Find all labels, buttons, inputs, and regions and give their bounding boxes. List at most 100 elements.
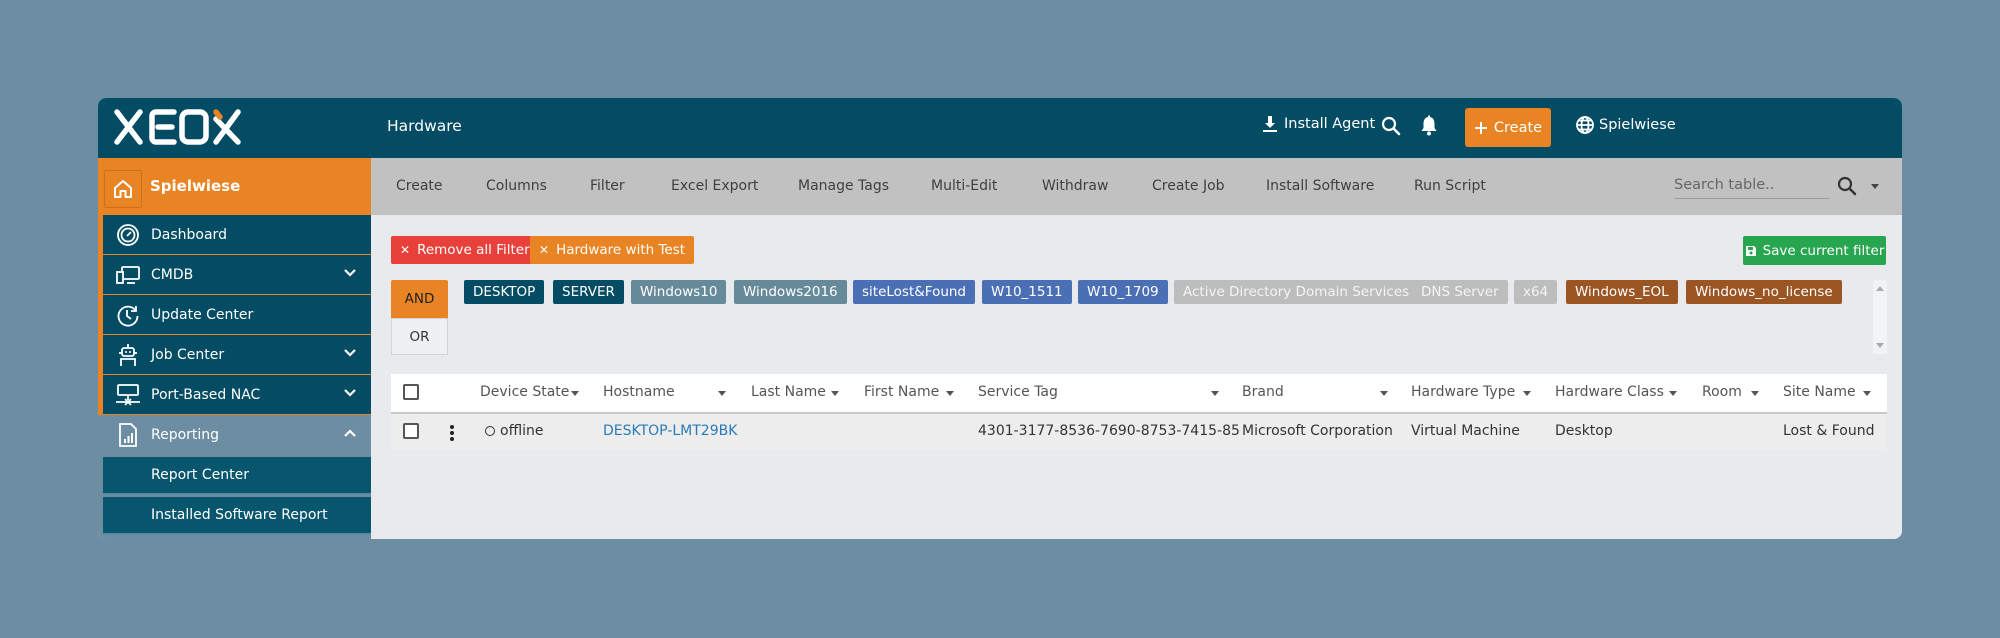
tag-chip[interactable]: Windows10 <box>631 280 727 304</box>
search-icon[interactable] <box>1837 176 1857 196</box>
cell-hostname-link[interactable]: DESKTOP-LMT29BK <box>603 423 737 439</box>
toolbar-manage-tags-button[interactable]: Manage Tags <box>798 178 889 194</box>
tag-chip[interactable]: DESKTOP <box>464 280 545 304</box>
column-header-brand[interactable]: Brand <box>1242 384 1284 400</box>
sort-caret-icon[interactable] <box>831 391 839 396</box>
toolbar-run-script-button[interactable]: Run Script <box>1414 178 1486 194</box>
column-header-first-name[interactable]: First Name <box>864 384 939 400</box>
notifications-button[interactable] <box>1420 115 1438 137</box>
table-toolbar: Create Columns Filter Excel Export Manag… <box>371 158 1902 215</box>
cell-brand: Microsoft Corporation <box>1242 423 1393 439</box>
select-all-checkbox[interactable] <box>403 384 419 400</box>
search-icon <box>1381 116 1401 136</box>
download-icon <box>1263 116 1277 132</box>
row-select-checkbox[interactable] <box>403 423 419 439</box>
sort-caret-icon[interactable] <box>1523 391 1531 396</box>
create-label: Create <box>1493 119 1543 136</box>
tag-chip[interactable]: W10_1709 <box>1078 280 1168 304</box>
page-title: Hardware <box>387 117 462 135</box>
toolbar-create-button[interactable]: Create <box>396 178 443 194</box>
create-button[interactable]: Create <box>1465 108 1551 147</box>
search-options-dropdown[interactable] <box>1871 184 1879 189</box>
tag-chip[interactable]: DNS Server <box>1412 280 1508 304</box>
sidebar-nav: Dashboard CMDB Update Center Job Center … <box>103 215 371 455</box>
sort-caret-icon[interactable] <box>946 391 954 396</box>
toolbar-multi-edit-button[interactable]: Multi-Edit <box>931 178 997 194</box>
tag-chip[interactable]: SERVER <box>553 280 624 304</box>
save-current-filter-button[interactable]: Save current filter <box>1743 236 1886 265</box>
row-actions-kebab-icon[interactable] <box>449 424 455 442</box>
sidebar-subitem-report-center[interactable]: Report Center <box>103 457 371 495</box>
sidebar-item-label: Dashboard <box>151 226 227 243</box>
tag-chip[interactable]: Windows_no_license <box>1686 280 1842 304</box>
sidebar-tenant-header[interactable]: Spielwiese <box>98 158 371 215</box>
toolbar-create-job-button[interactable]: Create Job <box>1152 178 1225 194</box>
active-filter-chip[interactable]: ✕ Hardware with Test <box>530 236 695 264</box>
toolbar-withdraw-button[interactable]: Withdraw <box>1042 178 1108 194</box>
or-button[interactable]: OR <box>391 318 448 355</box>
chevron-up-icon <box>344 429 356 437</box>
sidebar-item-label: Port-Based NAC <box>151 386 261 403</box>
table-search-wrapper <box>1674 171 1829 199</box>
toolbar-install-software-button[interactable]: Install Software <box>1266 178 1374 194</box>
tags-scrollbar[interactable] <box>1873 280 1887 354</box>
global-search-button[interactable] <box>1381 116 1401 136</box>
report-chart-icon <box>119 423 137 447</box>
install-agent-button[interactable]: Install Agent <box>1261 115 1375 133</box>
scroll-down-arrow-icon[interactable] <box>1876 343 1884 348</box>
sidebar: Spielwiese Dashboard CMDB Update Center … <box>98 158 371 539</box>
remove-all-filter-button[interactable]: ✕ Remove all Filter <box>391 236 539 264</box>
column-header-hostname[interactable]: Hostname <box>603 384 675 400</box>
column-header-site-name[interactable]: Site Name <box>1783 384 1856 400</box>
column-header-last-name[interactable]: Last Name <box>751 384 826 400</box>
home-icon <box>114 180 132 198</box>
sidebar-item-update-center[interactable]: Update Center <box>103 295 371 335</box>
sidebar-item-reporting[interactable]: Reporting <box>103 415 371 455</box>
table-search-input[interactable] <box>1674 171 1829 198</box>
sort-caret-icon[interactable] <box>1669 391 1677 396</box>
close-icon: ✕ <box>539 243 550 257</box>
tag-chip[interactable]: Windows_EOL <box>1566 280 1678 304</box>
sidebar-item-cmdb[interactable]: CMDB <box>103 255 371 295</box>
tag-chip[interactable]: siteLost&Found <box>853 280 976 304</box>
tag-chip[interactable]: x64 <box>1514 280 1558 304</box>
tag-chip[interactable]: Active Directory Domain Services <box>1174 280 1419 304</box>
column-header-device-state[interactable]: Device State <box>480 384 569 400</box>
save-filter-label: Save current filter <box>1762 242 1885 259</box>
cell-site-name: Lost & Found <box>1783 423 1875 439</box>
tag-chip[interactable]: Windows2016 <box>734 280 847 304</box>
sort-caret-icon[interactable] <box>718 391 726 396</box>
toolbar-filter-button[interactable]: Filter <box>590 178 625 194</box>
column-header-service-tag[interactable]: Service Tag <box>978 384 1058 400</box>
column-header-hardware-class[interactable]: Hardware Class <box>1555 384 1664 400</box>
sidebar-item-port-based-nac[interactable]: Port-Based NAC <box>103 375 371 415</box>
sidebar-item-job-center[interactable]: Job Center <box>103 335 371 375</box>
sort-caret-icon[interactable] <box>1863 391 1871 396</box>
home-button[interactable] <box>104 170 142 208</box>
sort-caret-icon[interactable] <box>1751 391 1759 396</box>
column-header-room[interactable]: Room <box>1702 384 1742 400</box>
sort-caret-icon[interactable] <box>571 391 579 396</box>
cell-hardware-class: Desktop <box>1555 423 1613 439</box>
table-row[interactable]: offline DESKTOP-LMT29BK 4301-3177-8536-7… <box>391 414 1887 450</box>
sidebar-subitem-installed-software-report[interactable]: Installed Software Report <box>103 497 371 535</box>
tenant-switcher[interactable]: Spielwiese <box>1575 115 1676 135</box>
toolbar-excel-export-button[interactable]: Excel Export <box>671 178 758 194</box>
plus-icon <box>1474 121 1487 134</box>
tag-chip[interactable]: W10_1511 <box>982 280 1072 304</box>
sort-caret-icon[interactable] <box>1380 391 1388 396</box>
network-switch-icon <box>116 384 140 406</box>
sidebar-item-label: CMDB <box>151 266 194 283</box>
cell-hardware-type: Virtual Machine <box>1411 423 1520 439</box>
toolbar-columns-button[interactable]: Columns <box>486 178 547 194</box>
sidebar-item-dashboard[interactable]: Dashboard <box>103 215 371 255</box>
scroll-up-arrow-icon[interactable] <box>1876 286 1884 291</box>
active-filter-label: Hardware with Test <box>556 242 686 258</box>
xeox-logo[interactable] <box>112 106 242 148</box>
chevron-down-icon <box>344 269 356 277</box>
column-header-hardware-type[interactable]: Hardware Type <box>1411 384 1515 400</box>
tenant-label: Spielwiese <box>1599 117 1676 133</box>
update-clock-icon <box>117 305 139 327</box>
and-button[interactable]: AND <box>391 280 448 318</box>
sort-caret-icon[interactable] <box>1211 391 1219 396</box>
